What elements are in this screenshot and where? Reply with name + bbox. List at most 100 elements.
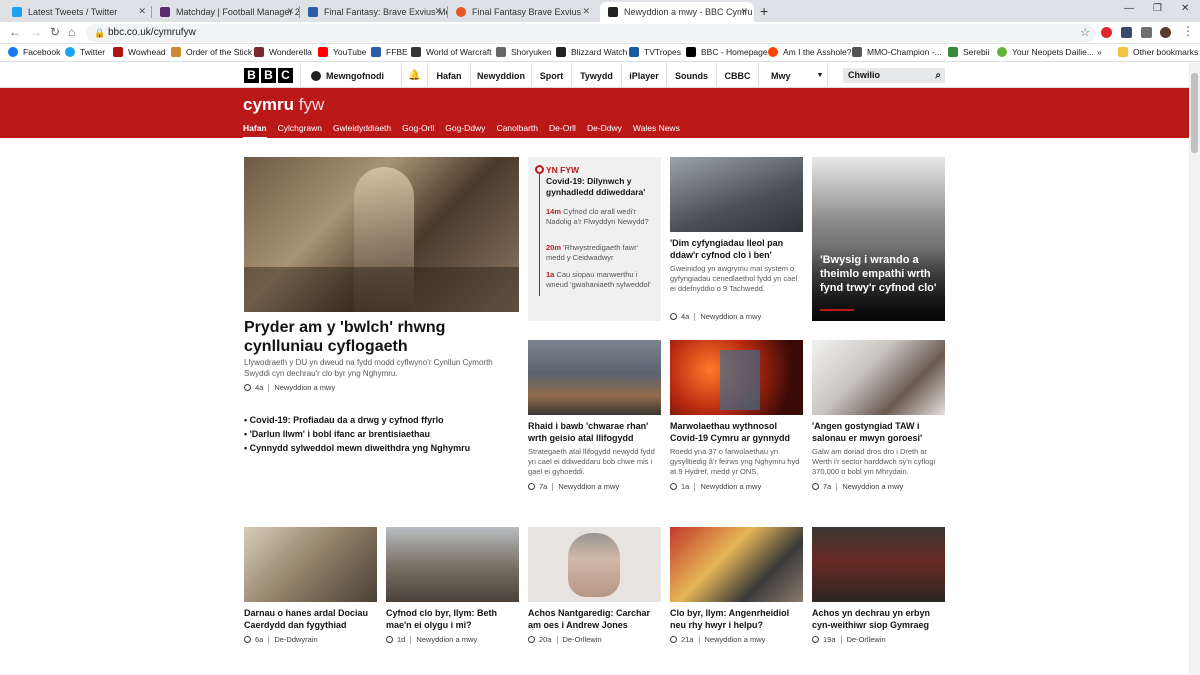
tab-bbc-cymru[interactable]: Newyddion a mwy - BBC Cymru ... ✕ xyxy=(600,2,754,22)
notifications-bell-icon[interactable]: 🔔 xyxy=(402,63,428,88)
shield-extension-icon[interactable] xyxy=(1121,27,1132,38)
nav-sport[interactable]: Sport xyxy=(532,63,572,88)
bookmark-serebii[interactable]: Serebii xyxy=(948,47,989,57)
nav-mwy[interactable]: Mwy ▼ xyxy=(759,63,828,88)
close-tab-icon[interactable]: ✕ xyxy=(286,6,294,17)
nav-sounds[interactable]: Sounds xyxy=(667,63,717,88)
menu-dots-icon[interactable]: ⋮ xyxy=(1182,24,1194,38)
bookmark-shoryuken[interactable]: Shoryuken xyxy=(496,47,552,57)
search-input[interactable]: Chwilio ⌕ xyxy=(843,68,945,83)
lead-story-image[interactable] xyxy=(244,157,519,312)
bookmark-blizzard-watch[interactable]: Blizzard Watch xyxy=(556,47,627,57)
bookmark-tvtropes[interactable]: TVTropes xyxy=(629,47,681,57)
close-window-icon[interactable]: ✕ xyxy=(1181,3,1189,14)
story-image[interactable] xyxy=(670,157,803,232)
opera-extension-icon[interactable] xyxy=(1101,27,1112,38)
tab-football-manager[interactable]: Matchday | Football Manager 20... ✕ xyxy=(152,2,300,22)
close-tab-icon[interactable]: ✕ xyxy=(434,6,442,17)
story-image[interactable] xyxy=(670,340,803,415)
sign-in-link[interactable]: Mewngofnodi xyxy=(300,63,402,88)
extensions-puzzle-icon[interactable] xyxy=(1141,27,1152,38)
section-link[interactable]: De-Orllewin xyxy=(563,635,602,644)
section-link[interactable]: De-Ddwyrain xyxy=(274,635,317,644)
story-headline[interactable]: Achos yn dechrau yn erbyn cyn-weithiwr s… xyxy=(812,607,945,631)
bookmark-order-of-the-stick[interactable]: Order of the Stick xyxy=(171,47,252,57)
section-link[interactable]: Newyddion a mwy xyxy=(842,482,903,491)
bookmark-world-of-warcraft[interactable]: World of Warcraft xyxy=(411,47,492,57)
story-headline[interactable]: Clo byr, llym: Angenrheidiol neu rhy hwy… xyxy=(670,607,803,631)
bookmark-wonderella[interactable]: Wonderella xyxy=(254,47,312,57)
related-link[interactable]: • 'Darlun llwm' i bobl ifanc ar brentisi… xyxy=(244,427,470,441)
new-tab-icon[interactable]: + xyxy=(760,3,768,19)
bookmark-facebook[interactable]: Facebook xyxy=(8,47,60,57)
bookmark-bbc-homepage[interactable]: BBC - Homepage xyxy=(686,47,768,57)
section-link[interactable]: Newyddion a mwy xyxy=(416,635,477,644)
story-image[interactable] xyxy=(670,527,803,602)
lead-headline[interactable]: Pryder am y 'bwlch' rhwng cynlluniau cyf… xyxy=(244,318,524,356)
profile-avatar[interactable] xyxy=(1160,27,1171,38)
subnav-de-ddwy[interactable]: De-Ddwy xyxy=(587,123,622,139)
bookmark-ffbe[interactable]: FFBE xyxy=(371,47,408,57)
back-icon[interactable]: ← xyxy=(9,25,21,39)
bookmark-mmo-champion[interactable]: MMO-Champion -... xyxy=(852,47,942,57)
forward-icon[interactable]: → xyxy=(30,25,42,39)
live-headline[interactable]: Covid-19: Dilynwch y gynhadledd ddiwedda… xyxy=(546,176,656,198)
home-icon[interactable]: ⌂ xyxy=(68,25,75,39)
section-link[interactable]: Newyddion a mwy xyxy=(705,635,766,644)
bbc-logo[interactable]: B B C xyxy=(244,68,293,83)
story-headline[interactable]: Marwolaethau wythnosol Covid-19 Cymru ar… xyxy=(670,420,803,444)
minimize-icon[interactable]: — xyxy=(1124,3,1134,14)
tab-twitter[interactable]: Latest Tweets / Twitter ✕ xyxy=(4,2,152,22)
tab-ffbe-reddit[interactable]: Final Fantasy Brave Exvius ✕ xyxy=(448,2,596,22)
section-link[interactable]: Newyddion a mwy xyxy=(274,383,335,392)
subnav-canolbarth[interactable]: Canolbarth xyxy=(496,123,538,139)
bookmark-neopets[interactable]: Your Neopets Dailie... xyxy=(997,47,1094,57)
related-link[interactable]: • Cynnydd sylweddol mewn diweithdra yng … xyxy=(244,441,470,455)
close-tab-icon[interactable]: ✕ xyxy=(138,6,146,17)
section-link[interactable]: Newyddion a mwy xyxy=(558,482,619,491)
subnav-de-orll[interactable]: De-Orll xyxy=(549,123,576,139)
search-icon[interactable]: ⌕ xyxy=(935,68,941,83)
subnav-wales-news[interactable]: Wales News xyxy=(633,123,680,139)
bookmark-twitter[interactable]: Twitter xyxy=(65,47,105,57)
story-headline[interactable]: 'Dim cyfyngiadau lleol pan ddaw'r cyfnod… xyxy=(670,237,803,261)
reload-icon[interactable]: ↻ xyxy=(50,25,60,39)
story-headline[interactable]: Cyfnod clo byr, llym: Beth mae'n ei olyg… xyxy=(386,607,519,631)
story-image[interactable] xyxy=(386,527,519,602)
close-tab-icon[interactable]: ✕ xyxy=(740,6,748,17)
story-headline[interactable]: Achos Nantgaredig: Carchar am oes i Andr… xyxy=(528,607,661,631)
feature-story-card[interactable]: 'Bwysig i wrando a theimlo empathi wrth … xyxy=(812,157,945,321)
cymru-fyw-brand[interactable]: cymru fyw xyxy=(243,95,324,115)
story-image[interactable] xyxy=(528,340,661,415)
subnav-gwleidyddiaeth[interactable]: Gwleidyddiaeth xyxy=(333,123,391,139)
nav-iplayer[interactable]: iPlayer xyxy=(622,63,667,88)
related-link[interactable]: • Covid-19: Profiadau da a drwg y cyfnod… xyxy=(244,413,470,427)
subnav-gog-ddwy[interactable]: Gog-Ddwy xyxy=(445,123,485,139)
subnav-hafan[interactable]: Hafan xyxy=(243,123,267,139)
story-image[interactable] xyxy=(528,527,661,602)
close-tab-icon[interactable]: ✕ xyxy=(582,6,590,17)
nav-tywydd[interactable]: Tywydd xyxy=(572,63,622,88)
nav-newyddion[interactable]: Newyddion xyxy=(471,63,532,88)
bookmark-star-icon[interactable]: ☆ xyxy=(1080,24,1090,42)
bookmark-aita[interactable]: Am I the Asshole? xyxy=(768,47,852,57)
subnav-cylchgrawn[interactable]: Cylchgrawn xyxy=(278,123,322,139)
nav-cbbc[interactable]: CBBC xyxy=(717,63,759,88)
story-headline[interactable]: Darnau o hanes ardal Dociau Caerdydd dan… xyxy=(244,607,377,631)
bookmark-youtube[interactable]: YouTube xyxy=(318,47,366,57)
story-headline[interactable]: 'Angen gostyngiad TAW i salonau er mwyn … xyxy=(812,420,945,444)
maximize-icon[interactable]: ❐ xyxy=(1153,3,1162,14)
bookmark-wowhead[interactable]: Wowhead xyxy=(113,47,166,57)
story-image[interactable] xyxy=(244,527,377,602)
url-input[interactable]: 🔒 bbc.co.uk/cymrufyw ☆ xyxy=(86,24,1096,42)
bookmark-overflow-icon[interactable]: » xyxy=(1097,47,1102,57)
story-image[interactable] xyxy=(812,340,945,415)
subnav-gog-orll[interactable]: Gog-Orll xyxy=(402,123,434,139)
bookmark-other[interactable]: Other bookmarks xyxy=(1118,47,1198,57)
nav-hafan[interactable]: Hafan xyxy=(428,63,471,88)
section-link[interactable]: De-Orllewin xyxy=(847,635,886,644)
scrollbar-thumb[interactable] xyxy=(1191,73,1198,153)
page-scrollbar[interactable] xyxy=(1189,63,1200,675)
section-link[interactable]: Newyddion a mwy xyxy=(700,482,761,491)
section-link[interactable]: Newyddion a mwy xyxy=(700,312,761,321)
